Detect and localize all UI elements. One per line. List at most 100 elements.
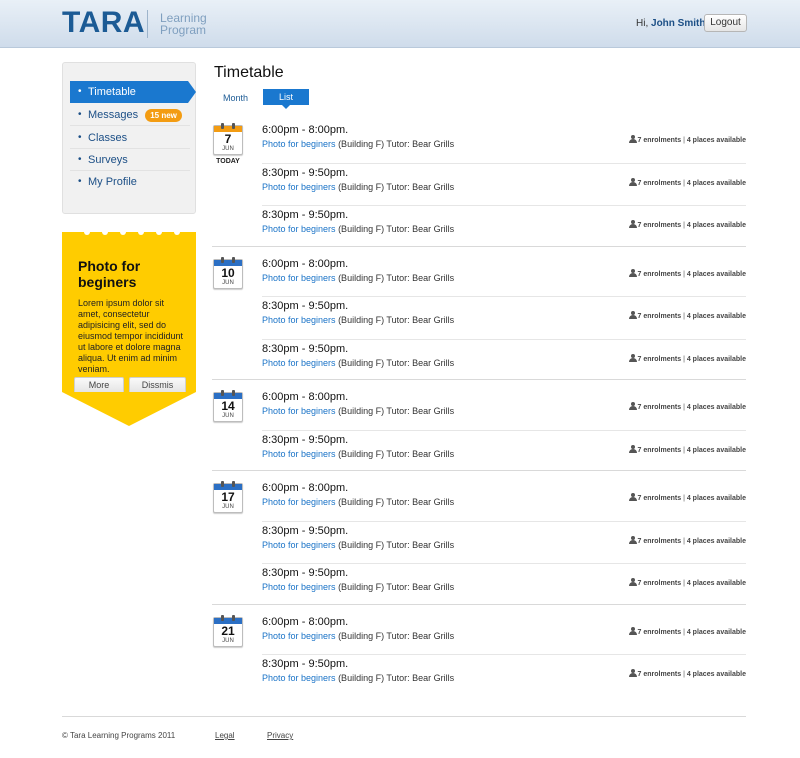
- calendar-ring: [221, 390, 224, 396]
- course-link[interactable]: Photo for beginers: [262, 273, 336, 283]
- calendar-icon: 7 JUN: [213, 123, 243, 155]
- places-available: 4 places available: [686, 537, 746, 545]
- session-details: (Building F) Tutor: Bear Grills: [338, 272, 455, 283]
- user-name[interactable]: John Smith: [651, 18, 705, 29]
- session-info: Photo for beginers (Building F) Tutor: B…: [262, 582, 454, 592]
- session-capacity: 7 enrolments | 4 places available: [628, 353, 746, 363]
- sidebar-item-classes[interactable]: Classes: [70, 127, 190, 149]
- session-details: (Building F) Tutor: Bear Grills: [338, 582, 455, 592]
- sidebar-item-messages[interactable]: Messages 15 new: [70, 104, 190, 126]
- session-separator: [262, 205, 746, 206]
- session-info: Photo for beginers (Building F) Tutor: B…: [262, 182, 454, 192]
- course-link[interactable]: Photo for beginers: [262, 673, 336, 683]
- calendar-ring: [221, 256, 224, 263]
- promo-perforation: [156, 229, 162, 235]
- person-icon: [628, 311, 637, 319]
- session-row: 8:30pm - 9:50pm. Photo for beginers (Buil…: [262, 656, 746, 698]
- sidebar-nav: Timetable Messages 15 new Classes Survey…: [62, 62, 196, 214]
- places-available: 4 places available: [686, 628, 746, 636]
- course-link[interactable]: Photo for beginers: [262, 406, 336, 416]
- tab-month[interactable]: Month: [223, 93, 248, 103]
- course-link[interactable]: Photo for beginers: [262, 315, 336, 325]
- session-info: Photo for beginers (Building F) Tutor: B…: [262, 497, 454, 507]
- session-time: 8:30pm - 9:50pm.: [262, 658, 349, 670]
- day-divider: [212, 470, 746, 471]
- page-title: Timetable: [214, 64, 284, 81]
- session-row: 6:00pm - 8:00pm. Photo for beginers (Buil…: [262, 614, 746, 656]
- calendar-header: [214, 617, 242, 624]
- sidebar-item-timetable[interactable]: Timetable: [70, 81, 196, 103]
- session-separator: [262, 563, 746, 564]
- course-link[interactable]: Photo for beginers: [262, 540, 336, 550]
- course-link[interactable]: Photo for beginers: [262, 631, 336, 641]
- places-available: 4 places available: [686, 671, 746, 678]
- sidebar-item-surveys[interactable]: Surveys: [70, 149, 190, 171]
- session-time: 8:30pm - 9:50pm.: [262, 524, 349, 537]
- places-available: 4 places available: [686, 137, 746, 144]
- enrolments-count: 7 enrolments: [637, 628, 682, 636]
- day-group: 10 JUN 6:00pm - 8:00pm. Photo for beginers …: [212, 256, 746, 384]
- calendar-month: JUN: [222, 504, 234, 510]
- course-link[interactable]: Photo for beginers: [262, 224, 336, 234]
- promo-card-tip: [62, 392, 196, 426]
- sidebar-item-label: My Profile: [88, 176, 137, 188]
- session-time: 8:30pm - 9:50pm.: [262, 209, 349, 221]
- session-time: 6:00pm - 8:00pm.: [262, 257, 349, 270]
- enrolments-count: 7 enrolments: [637, 270, 682, 278]
- course-link[interactable]: Photo for beginers: [262, 358, 336, 368]
- sidebar-item-my-profile[interactable]: My Profile: [70, 171, 190, 193]
- session-separator: [262, 338, 746, 340]
- session-time: 8:30pm - 9:50pm.: [262, 433, 349, 446]
- course-link[interactable]: Photo for beginers: [262, 182, 336, 192]
- calendar-month: JUN: [222, 279, 234, 286]
- promo-perforation: [174, 229, 180, 235]
- session-time: 8:30pm - 9:50pm.: [262, 166, 349, 179]
- session-row: 8:30pm - 9:50pm. Photo for beginers (Buil…: [262, 341, 746, 383]
- session-details: (Building F) Tutor: Bear Grills: [338, 181, 455, 192]
- session-time: 6:00pm - 8:00pm.: [262, 391, 349, 403]
- logout-button[interactable]: Logout: [704, 14, 747, 32]
- places-available: 4 places available: [686, 313, 746, 320]
- session-time: 6:00pm - 8:00pm.: [262, 124, 349, 136]
- enrolments-count: 7 enrolments: [637, 537, 682, 545]
- calendar-day: 14: [221, 399, 235, 413]
- footer-privacy-link[interactable]: Privacy: [267, 731, 293, 740]
- session-info: Photo for beginers (Building F) Tutor: B…: [262, 631, 454, 641]
- calendar-day: 17: [221, 490, 235, 504]
- session-info: Photo for beginers (Building F) Tutor: B…: [262, 358, 454, 368]
- session-row: 8:30pm - 9:50pm. Photo for beginers (Buil…: [262, 298, 746, 340]
- person-icon: [628, 444, 637, 453]
- session-details: (Building F) Tutor: Bear Grills: [338, 357, 455, 368]
- course-link[interactable]: Photo for beginers: [262, 582, 336, 592]
- course-link[interactable]: Photo for beginers: [262, 139, 336, 149]
- day-group: 14 JUN 6:00pm - 8:00pm. Photo for beginers …: [212, 389, 746, 474]
- calendar-day: 7: [224, 132, 232, 146]
- enrolments-count: 7 enrolments: [637, 313, 682, 320]
- session-details: (Building F) Tutor: Bear Grills: [338, 224, 455, 234]
- person-icon: [628, 220, 637, 228]
- footer-copyright: © Tara Learning Programs 2011: [62, 731, 176, 740]
- session-details: (Building F) Tutor: Bear Grills: [338, 448, 455, 459]
- course-link[interactable]: Photo for beginers: [262, 497, 336, 507]
- session-row: 6:00pm - 8:00pm. Photo for beginers (Buil…: [262, 256, 746, 298]
- places-available: 4 places available: [686, 222, 746, 229]
- course-link[interactable]: Photo for beginers: [262, 449, 336, 459]
- places-available: 4 places available: [686, 580, 746, 587]
- places-available: 4 places available: [686, 179, 746, 187]
- session-capacity: 7 enrolments | 4 places available: [628, 311, 746, 320]
- tab-list[interactable]: List: [263, 89, 309, 109]
- places-available: 4 places available: [686, 404, 746, 411]
- calendar-ring: [221, 614, 224, 621]
- session-separator: [262, 296, 746, 297]
- session-info: Photo for beginers (Building F) Tutor: B…: [262, 273, 454, 283]
- session-capacity: 7 enrolments | 4 places available: [628, 444, 746, 454]
- person-icon: [628, 353, 637, 362]
- calendar-icon: 21 JUN: [213, 614, 243, 647]
- session-time: 8:30pm - 9:50pm.: [262, 567, 349, 579]
- places-available: 4 places available: [686, 355, 746, 363]
- enrolments-count: 7 enrolments: [637, 446, 682, 454]
- logo[interactable]: TARA: [62, 6, 145, 40]
- session-info: Photo for beginers (Building F) Tutor: B…: [262, 315, 454, 325]
- footer-legal-link[interactable]: Legal: [215, 731, 235, 740]
- session-capacity: 7 enrolments | 4 places available: [628, 493, 746, 502]
